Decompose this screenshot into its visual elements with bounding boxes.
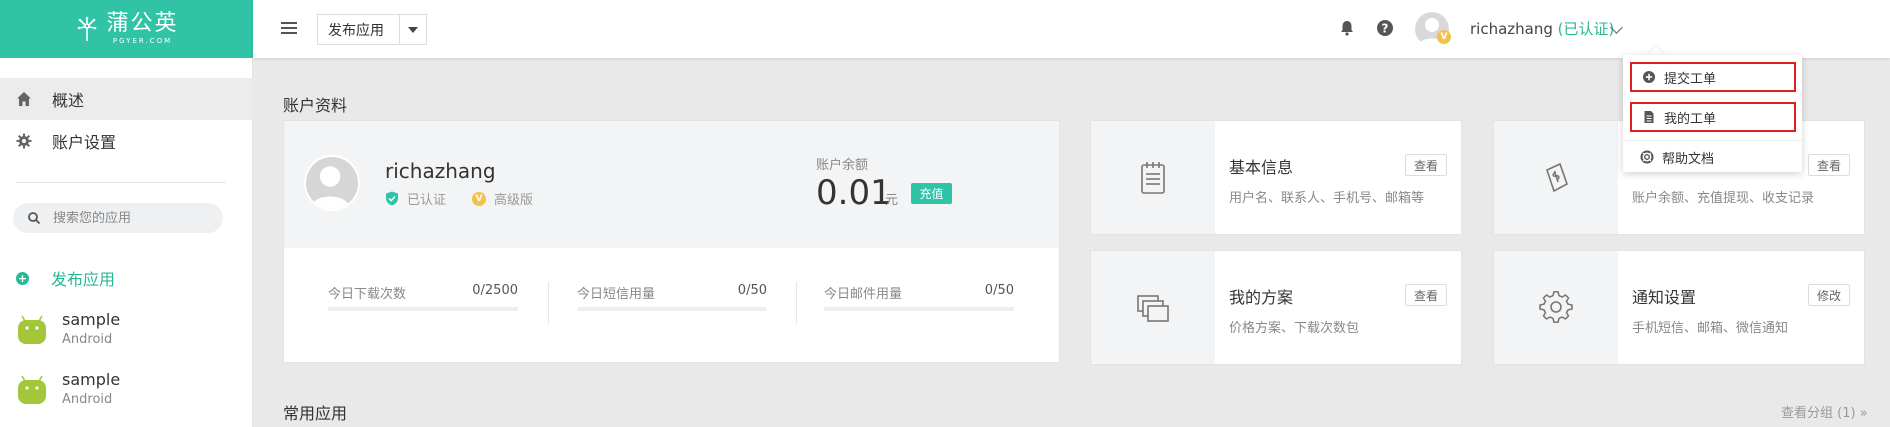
balance-unit: 元 [885,193,899,208]
plus-circle-icon [1643,71,1655,83]
shield-check-icon [386,191,398,206]
android-icon [18,375,46,404]
card-notification-settings: 通知设置 手机短信、邮箱、微信通知 修改 [1493,250,1865,365]
menu-item-submit-ticket[interactable]: 提交工单 [1630,62,1796,92]
double-chevron-right-icon: » [1859,406,1868,421]
publish-app-button[interactable]: 发布应用 [318,15,400,44]
stat-progress-bar [577,307,767,311]
verified-status: (已认证) [1557,20,1615,38]
svg-text:?: ? [1382,22,1389,36]
menu-item-my-tickets[interactable]: 我的工单 [1630,102,1796,132]
card-description: 手机短信、邮箱、微信通知 [1632,321,1789,336]
divider [796,282,797,324]
app-platform: Android [62,392,113,407]
divider [1623,140,1802,141]
lifebuoy-icon [1640,150,1654,164]
app-item[interactable]: sample Android [16,308,236,356]
brand-domain: PGYER.COM [112,37,173,45]
vip-badge: V [1437,30,1451,44]
menu-item-label: 提交工单 [1664,71,1717,87]
vip-badge: V [472,191,487,206]
app-name: sample [62,370,121,389]
profile-card: richazhang 已认证 V 高级版 账户余额 0.01 元 充值 今日下载… [283,120,1060,363]
section-title-account: 账户资料 [283,96,348,115]
help-icon[interactable]: ? [1375,18,1395,38]
card-my-plan: 我的方案 价格方案、下载次数包 查看 [1090,250,1462,365]
notepad-icon [1141,161,1165,194]
gear-icon [16,133,32,149]
view-button[interactable]: 查看 [1404,284,1447,306]
view-groups-label: 查看分组 (1) [1781,406,1856,421]
verified-label: 已认证 [407,193,447,208]
stat-progress-bar [328,307,518,311]
app-item[interactable]: sample Android [16,368,236,416]
stat-label: 今日下载次数 [328,287,407,302]
sidebar-item-label: 概述 [52,91,85,110]
stat-value: 0/2500 [472,283,518,298]
stat-value: 0/50 [737,283,767,298]
search-input[interactable] [53,210,213,226]
brand-name: 蒲公英 [106,11,179,36]
gear-icon [1539,290,1573,323]
sidebar: 概述 账户设置 + 发布应用 sample Android sam [0,58,253,427]
divider [548,282,549,324]
user-menu[interactable]: richazhang (已认证) [1470,18,1614,39]
card-title: 我的方案 [1229,288,1294,307]
edit-button[interactable]: 修改 [1807,284,1850,306]
sidebar-item-overview[interactable]: 概述 [0,78,253,120]
app-search[interactable] [13,203,223,233]
app-platform: Android [62,332,113,347]
search-icon [28,212,41,225]
top-bar: 发布应用 [253,0,1890,58]
divider [16,182,226,183]
view-button[interactable]: 查看 [1807,154,1850,176]
menu-item-label: 我的工单 [1664,111,1717,127]
publish-app-dropdown[interactable]: 发布应用 [317,14,427,45]
help-dropdown-menu: 提交工单 我的工单 帮助文档 [1623,55,1802,172]
plus-circle-icon: + [16,271,29,285]
sidebar-item-account-settings[interactable]: 账户设置 [0,120,253,162]
avatar [304,155,360,211]
profile-status: 已认证 V 高级版 [385,189,533,208]
money-note-icon [1546,162,1568,192]
stat-label: 今日短信用量 [577,287,656,302]
plan-label: 高级版 [494,193,534,208]
view-button[interactable]: 查看 [1404,154,1447,176]
profile-name: richazhang [385,159,496,183]
card-description: 用户名、联系人、手机号、邮箱等 [1229,191,1425,206]
card-description: 账户余额、充值提现、收支记录 [1632,191,1815,206]
stacked-windows-icon [1137,294,1169,322]
profile-header: richazhang 已认证 V 高级版 账户余额 0.01 元 充值 [284,121,1059,248]
app-name: sample [62,310,121,329]
publish-app-link[interactable]: + 发布应用 [16,266,115,290]
card-title: 通知设置 [1632,288,1697,307]
document-icon [1644,111,1654,123]
card-title: 基本信息 [1229,158,1294,177]
card-description: 价格方案、下载次数包 [1229,321,1360,336]
menu-item-help-docs[interactable]: 帮助文档 [1630,142,1796,172]
home-icon [17,92,31,106]
stat-label: 今日邮件用量 [824,287,903,302]
menu-item-label: 帮助文档 [1662,151,1715,167]
publish-app-label: 发布应用 [51,270,116,289]
stat-progress-bar [824,307,1014,311]
stat-value: 0/50 [984,283,1014,298]
section-title-common-apps: 常用应用 [283,404,348,423]
balance-value: 0.01 [816,173,892,213]
hamburger-menu-icon[interactable] [279,19,299,37]
chevron-down-icon[interactable] [400,26,426,33]
username: richazhang [1470,20,1553,38]
card-basic-info: 基本信息 用户名、联系人、手机号、邮箱等 查看 [1090,120,1462,235]
bell-icon[interactable] [1337,18,1357,38]
balance-label: 账户余额 [816,158,869,173]
recharge-button[interactable]: 充值 [911,183,952,204]
brand-logo[interactable]: 蒲公英 PGYER.COM [0,0,253,58]
android-icon [18,315,46,344]
view-groups-link[interactable]: 查看分组 (1) » [1781,402,1868,421]
sidebar-item-label: 账户设置 [52,133,117,152]
dandelion-icon [78,16,97,41]
